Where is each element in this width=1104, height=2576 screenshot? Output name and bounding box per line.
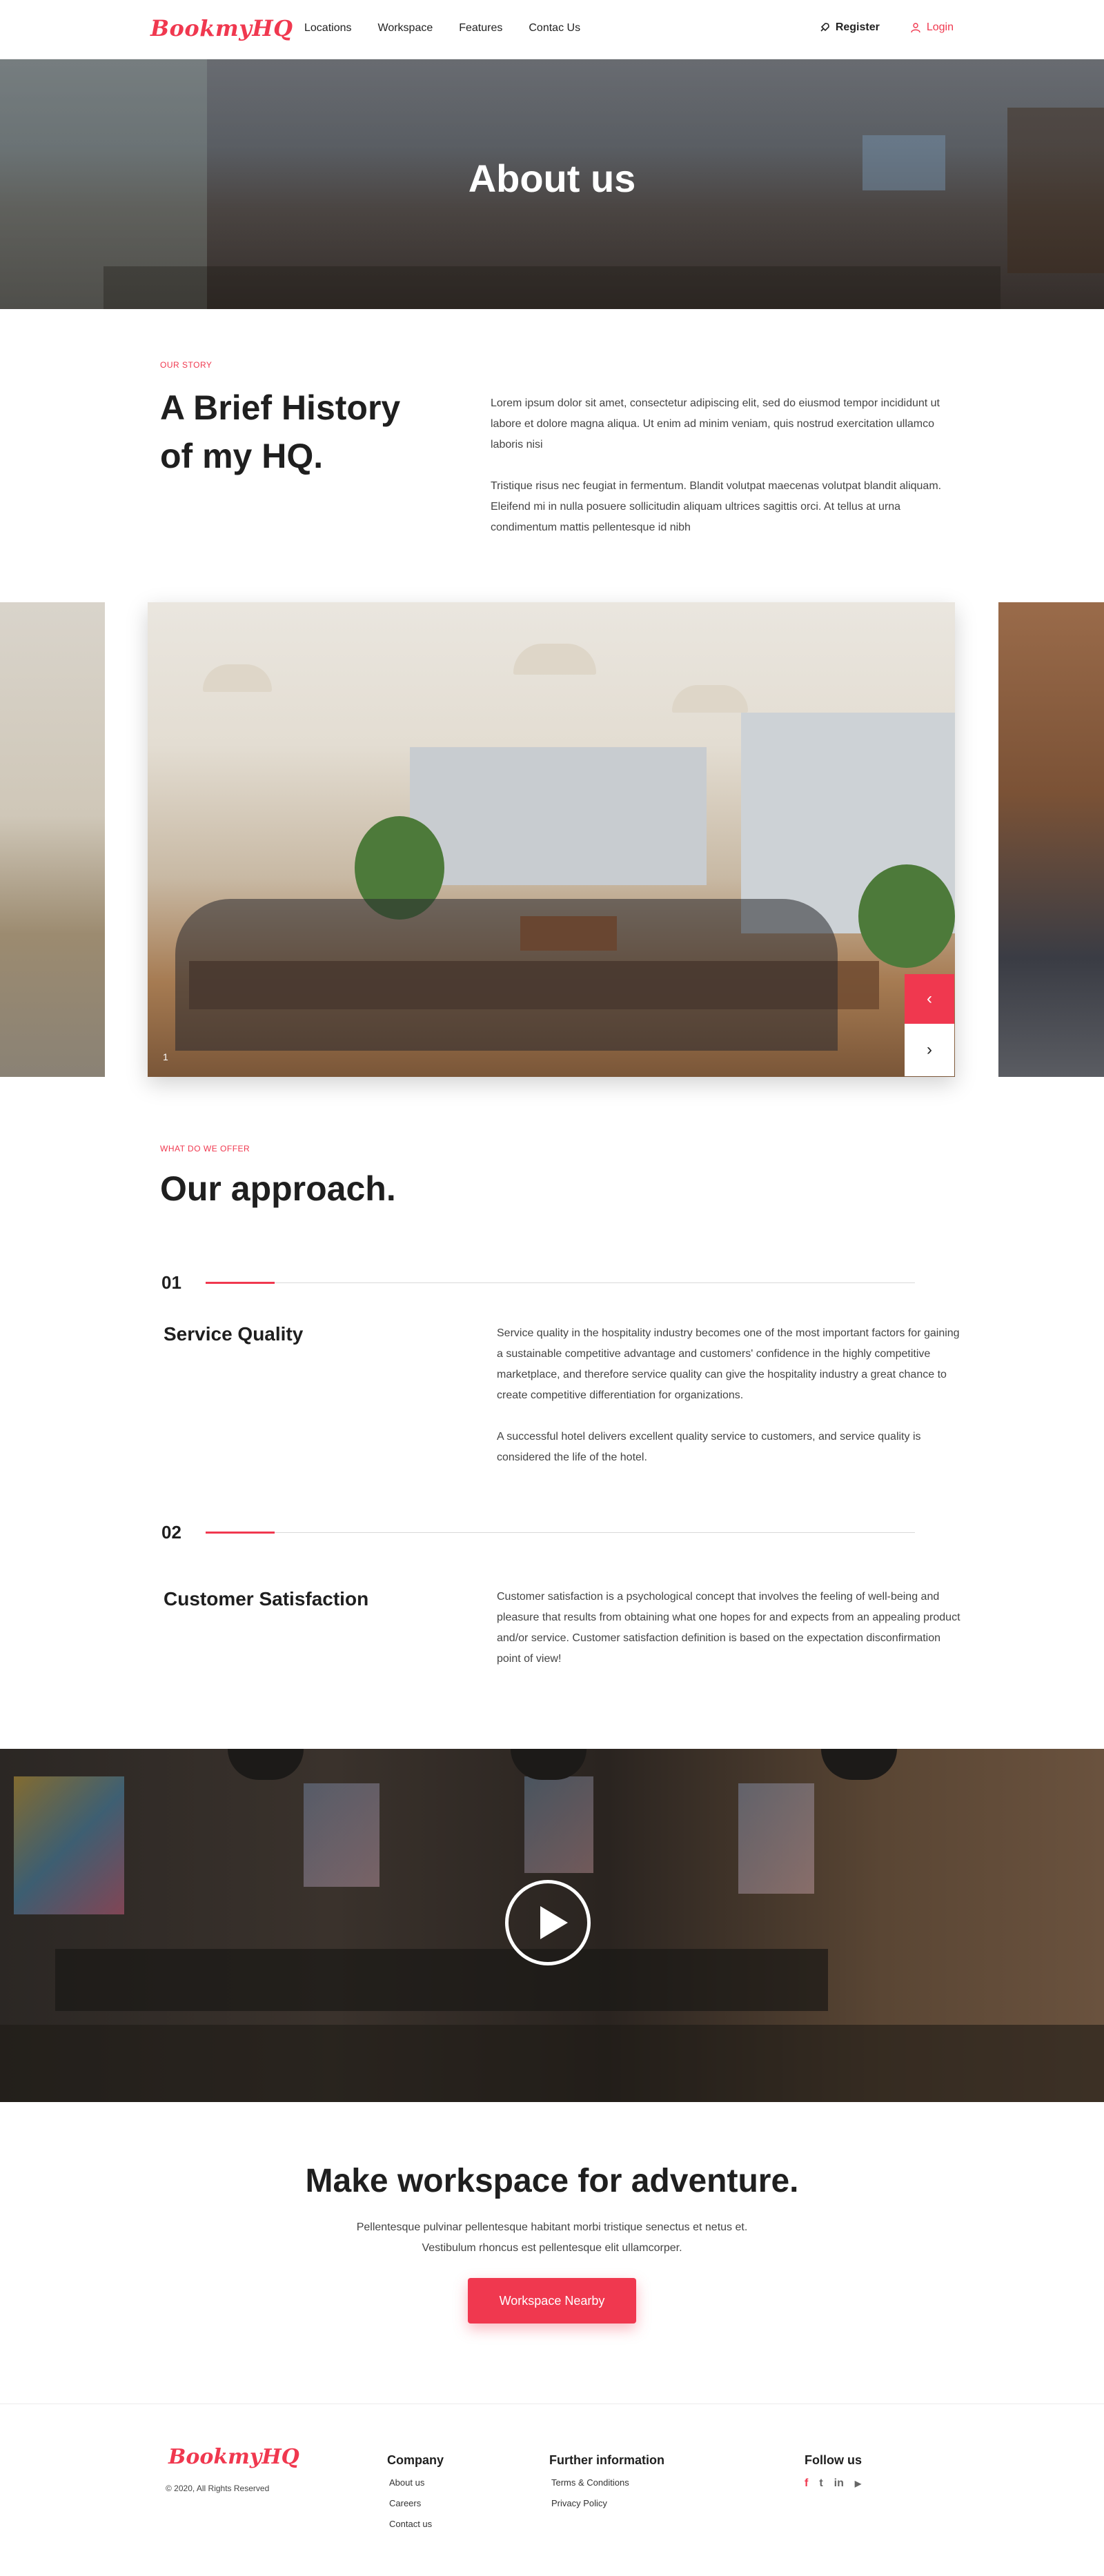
step-paragraph: Service quality in the hospitality indus… — [497, 1327, 960, 1401]
gallery-plant — [858, 864, 955, 968]
story-text: Lorem ipsum dolor sit amet, consectetur … — [491, 393, 946, 559]
nav-item-contact[interactable]: Contac Us — [529, 22, 580, 34]
step-title: Service Quality — [164, 1323, 304, 1345]
workspace-nearby-button[interactable]: Workspace Nearby — [468, 2278, 636, 2324]
slide-counter: 1 — [163, 1051, 168, 1062]
login-link[interactable]: Login — [910, 21, 954, 34]
hero-desks — [103, 266, 1000, 309]
auth-links: Register Login — [819, 21, 954, 34]
youtube-icon[interactable]: ▶ — [855, 2479, 861, 2488]
main-nav: Locations Workspace Features Contac Us — [304, 22, 580, 34]
video-painting — [738, 1783, 814, 1894]
step-header: 02 — [161, 1522, 915, 1543]
video-painting — [14, 1776, 124, 1914]
gallery-prev-image[interactable] — [0, 602, 105, 1077]
video-lamp — [511, 1749, 586, 1780]
nav-item-workspace[interactable]: Workspace — [378, 22, 433, 34]
gallery-lamp — [513, 644, 596, 675]
story-eyebrow: OUR STORY — [160, 360, 213, 370]
step-divider — [206, 1281, 915, 1284]
footer-heading: Further information — [549, 2453, 664, 2467]
page-title: About us — [468, 157, 636, 200]
footer-link-about[interactable]: About us — [387, 2477, 444, 2488]
story-paragraph: Lorem ipsum dolor sit amet, consectetur … — [491, 397, 940, 450]
approach-eyebrow: WHAT DO WE OFFER — [160, 1144, 250, 1153]
approach-step-1: 01 — [161, 1272, 915, 1293]
video-painting — [524, 1776, 593, 1873]
footer-link-privacy[interactable]: Privacy Policy — [549, 2498, 664, 2508]
step-divider — [206, 1531, 915, 1534]
chevron-left-icon: ‹ — [927, 989, 932, 1008]
user-icon — [911, 23, 920, 33]
gallery-people — [175, 899, 838, 1051]
social-links: f t in ▶ — [805, 2477, 862, 2490]
footer-link-terms[interactable]: Terms & Conditions — [549, 2477, 664, 2488]
video-bench — [55, 1949, 828, 2011]
register-link[interactable]: Register — [819, 21, 880, 34]
footer-link-careers[interactable]: Careers — [387, 2498, 444, 2508]
step-paragraph: A successful hotel delivers excellent qu… — [497, 1431, 921, 1463]
approach-title: Our approach. — [160, 1169, 396, 1208]
hero-banner: About us — [0, 59, 1104, 309]
cta-title: Make workspace for adventure. — [305, 2163, 799, 2199]
cta-text: Pellentesque pulvinar pellentesque habit… — [276, 2217, 828, 2259]
chevron-right-icon: › — [927, 1040, 932, 1059]
play-video-button[interactable] — [505, 1880, 591, 1965]
step-header: 01 — [161, 1272, 915, 1293]
gallery-lamp — [203, 664, 272, 692]
footer-heading: Company — [387, 2453, 444, 2467]
gallery-lamp — [672, 685, 748, 713]
step-number: 01 — [161, 1271, 181, 1293]
step-paragraph: Customer satisfaction is a psychological… — [497, 1591, 960, 1665]
gallery-next-image[interactable] — [998, 602, 1104, 1077]
nav-item-locations[interactable]: Locations — [304, 22, 352, 34]
step-number: 02 — [161, 1521, 181, 1543]
step-title: Customer Satisfaction — [164, 1588, 369, 1609]
footer-company: Company About us Careers Contact us — [387, 2453, 444, 2539]
footer-heading: Follow us — [805, 2453, 862, 2467]
step-text: Customer satisfaction is a psychological… — [497, 1587, 963, 1690]
footer-follow: Follow us f t in ▶ — [805, 2453, 862, 2490]
gallery-main-image — [148, 602, 955, 1077]
nav-item-features[interactable]: Features — [459, 22, 502, 34]
footer-further: Further information Terms & Conditions P… — [549, 2453, 664, 2519]
story-paragraph: Tristique risus nec feugiat in fermentum… — [491, 480, 942, 533]
gallery-window — [410, 747, 707, 885]
slider-prev-button[interactable]: ‹ — [905, 974, 954, 1024]
brand-logo[interactable]: BookmyHQ — [150, 15, 293, 41]
linkedin-icon[interactable]: in — [834, 2477, 844, 2490]
video-lamp — [821, 1749, 897, 1780]
facebook-icon[interactable]: f — [805, 2477, 808, 2490]
register-label: Register — [835, 21, 880, 33]
cta-line: Vestibulum rhoncus est pellentesque elit… — [422, 2242, 682, 2254]
step-text: Service quality in the hospitality indus… — [497, 1323, 963, 1489]
footer-link-contact[interactable]: Contact us — [387, 2519, 444, 2529]
cta-line: Pellentesque pulvinar pellentesque habit… — [356, 2221, 748, 2233]
story-title: A Brief History of my HQ. — [160, 388, 401, 475]
footer-logo[interactable]: BookmyHQ — [168, 2445, 299, 2469]
site-header: BookmyHQ Locations Workspace Features Co… — [0, 0, 1104, 59]
slider-next-button[interactable]: › — [905, 1024, 954, 1076]
video-painting — [304, 1783, 379, 1887]
approach-step-2: 02 — [161, 1522, 915, 1543]
video-lamp — [228, 1749, 304, 1780]
twitter-icon[interactable]: t — [819, 2477, 822, 2490]
video-floor — [0, 2025, 1104, 2102]
copyright: © 2020, All Rights Reserved — [166, 2484, 270, 2493]
login-label: Login — [926, 21, 954, 33]
rocket-icon — [820, 23, 829, 32]
